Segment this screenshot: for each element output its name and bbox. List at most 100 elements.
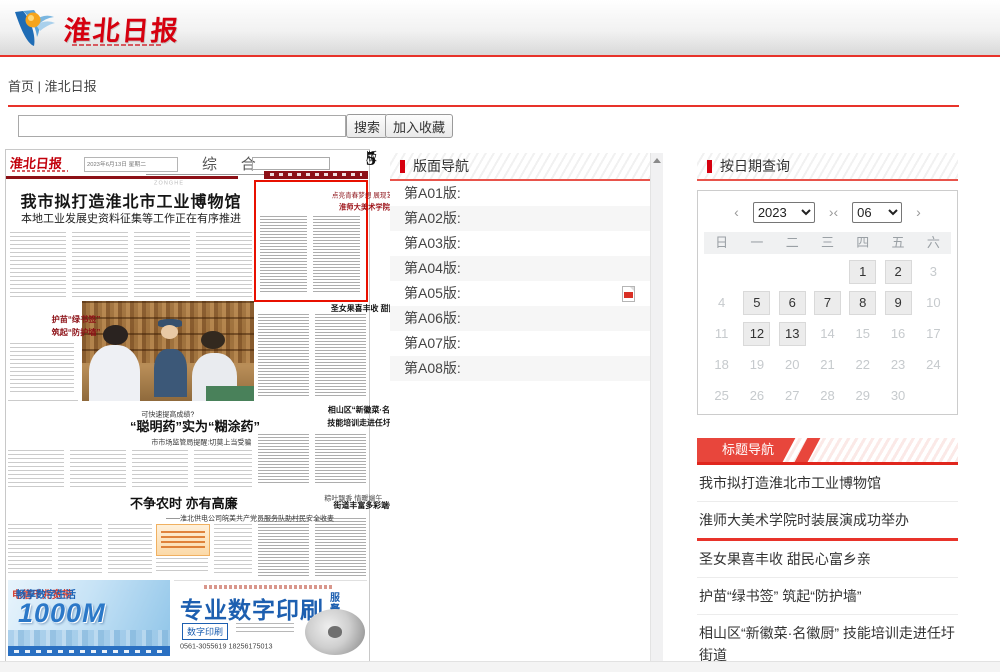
calendar: ‹ 2023 › ‹ 06 › 日一二三四五六 1234567891011121… — [697, 190, 958, 415]
weekday-label: 四 — [845, 232, 880, 254]
calendar-nav: ‹ 2023 › ‹ 06 › — [698, 201, 957, 223]
calendar-weekday-row: 日一二三四五六 — [704, 232, 951, 254]
calendar-day: 23 — [891, 357, 905, 372]
fake-text-column — [8, 450, 64, 488]
calendar-day[interactable]: 9 — [885, 291, 912, 315]
np-ad-printing-paper-roll — [305, 609, 365, 655]
date-query-title: 按日期查询 — [720, 158, 790, 174]
weekday-label: 三 — [810, 232, 845, 254]
calendar-day: 19 — [750, 357, 764, 372]
calendar-day[interactable]: 2 — [885, 260, 912, 284]
date-query-header: 按日期查询 — [697, 153, 958, 181]
title-nav-item[interactable]: 我市拟打造淮北市工业博物馆 — [697, 465, 958, 502]
year-select[interactable]: 2023 — [753, 202, 815, 223]
np-page-number-word: 版 — [366, 148, 377, 164]
weekday-label: 一 — [739, 232, 774, 254]
logo-text: 淮北日报 — [62, 9, 181, 48]
np-highlighted-article-box: 点亮青春梦想 展现艺术魅力 淮师大美术学院时装展演成功举办 — [254, 180, 368, 302]
calendar-day[interactable]: 7 — [814, 291, 841, 315]
fake-text-column — [258, 314, 309, 398]
board-nav-item[interactable]: 第A06版: — [390, 306, 651, 331]
fake-text-column — [214, 524, 252, 574]
board-nav-item[interactable]: 第A07版: — [390, 331, 651, 356]
pdf-icon[interactable] — [622, 286, 635, 302]
calendar-day[interactable]: 6 — [779, 291, 806, 315]
board-nav-panel: 版面导航 第A01版:第A02版:第A03版:第A04版:第A05版:第A06版… — [390, 153, 663, 661]
board-nav-item[interactable]: 第A08版: — [390, 356, 651, 381]
board-nav-item[interactable]: 第A02版: — [390, 206, 651, 231]
red-marker-icon — [707, 160, 712, 173]
span: ——淮北供电公司皖美共产党员服务队助村民安全收麦 — [166, 512, 334, 523]
add-favorite-button[interactable]: 加入收藏 — [385, 114, 453, 138]
fake-text-column — [313, 216, 360, 294]
title-nav-item[interactable]: 护苗“绿书签” 筑起“防护墙” — [697, 578, 958, 615]
scrollbar-track[interactable] — [650, 153, 663, 661]
span: 筑起“防护墙” — [52, 326, 101, 338]
np-ad-telecom-skyline — [8, 630, 170, 646]
calendar-day[interactable]: 8 — [849, 291, 876, 315]
fake-text-column — [196, 232, 252, 298]
newspaper-page-image[interactable]: 淮北日报 2023年6月13日 星期二 综 合 5 版 ZONGHE 我市拟打造… — [5, 149, 370, 662]
weekday-label: 六 — [916, 232, 951, 254]
fake-text-column — [134, 232, 190, 298]
search-button[interactable]: 搜索 — [346, 114, 388, 138]
calendar-day[interactable]: 5 — [743, 291, 770, 315]
logo-icon — [10, 5, 58, 51]
fake-text-column — [58, 524, 102, 574]
site-logo[interactable]: 淮北日报 — [10, 4, 180, 52]
calendar-day: 27 — [785, 388, 799, 403]
fake-text-column — [72, 232, 128, 298]
search-input[interactable] — [18, 115, 346, 137]
calendar-day: 28 — [820, 388, 834, 403]
footer-strip — [0, 661, 1000, 672]
board-nav-item[interactable]: 第A04版: — [390, 256, 651, 281]
logo-url-line — [72, 44, 162, 46]
ph-hair2 — [201, 331, 225, 349]
calendar-day: 29 — [856, 388, 870, 403]
red-marker-icon — [400, 160, 405, 173]
np-masthead-url-line — [12, 170, 68, 172]
i — [328, 626, 342, 637]
fake-text-column — [70, 450, 126, 488]
calendar-day[interactable]: 12 — [743, 322, 770, 346]
np-shield-article: 护苗“绿书签” 筑起“防护墙” — [8, 309, 78, 395]
np-section-pinyin: ZONGHE — [154, 180, 184, 186]
board-nav-item[interactable]: 第A05版: — [390, 281, 651, 306]
month-select[interactable]: 06 — [852, 202, 902, 223]
fake-text-column — [132, 450, 188, 488]
board-item-label: 第A04版: — [404, 260, 461, 276]
np-lead-subtitle: 本地工业发展史资料征集等工作正在有序推进 — [10, 210, 252, 226]
np-date: 2023年6月13日 星期二 — [87, 159, 146, 168]
title-nav-item[interactable]: 淮师大美术学院时装展演成功举办 — [697, 502, 958, 541]
np-masthead-rule-right — [264, 171, 368, 179]
span: 护苗“绿书签” — [52, 313, 101, 325]
span: “聪明药”实为“糊涂药” — [130, 416, 260, 435]
prev-year-arrow[interactable]: ‹ — [732, 202, 741, 222]
calendar-day: 20 — [785, 357, 799, 372]
title-nav-banner: 标题导航 — [697, 438, 958, 465]
np-date-box: 2023年6月13日 星期二 — [84, 157, 178, 172]
board-nav-item[interactable]: 第A01版: — [390, 181, 651, 206]
calendar-day: 11 — [715, 326, 729, 341]
np-xiangshan-headline: 相山区“新徽菜·名徽厨”技能培训走进任圩街道 — [256, 404, 368, 417]
prev-month-arrow[interactable]: ‹ — [832, 202, 841, 222]
next-month-arrow[interactable]: › — [914, 202, 923, 222]
calendar-day[interactable]: 13 — [779, 322, 806, 346]
calendar-day[interactable]: 1 — [849, 260, 876, 284]
title-nav-item[interactable]: 圣女果喜丰收 甜民心富乡亲 — [697, 541, 958, 578]
board-item-label: 第A08版: — [404, 360, 461, 376]
fake-text-column — [258, 518, 309, 576]
span: 0561-3055619 18256175013 — [180, 643, 272, 651]
fake-text-column — [10, 343, 74, 393]
calendar-day: 21 — [820, 357, 834, 372]
board-nav-item[interactable]: 第A03版: — [390, 231, 651, 256]
fake-text-column — [258, 434, 309, 484]
np-ad-printing-tag: 数字印刷 — [182, 623, 228, 640]
fake-text-column — [8, 524, 52, 574]
breadcrumb[interactable]: 首页 | 淮北日报 — [8, 76, 97, 95]
scroll-up-icon[interactable] — [653, 158, 661, 163]
calendar-day: 24 — [926, 357, 940, 372]
np-inline-ad-box — [156, 524, 210, 556]
weekday-label: 五 — [880, 232, 915, 254]
circle — [28, 15, 34, 21]
